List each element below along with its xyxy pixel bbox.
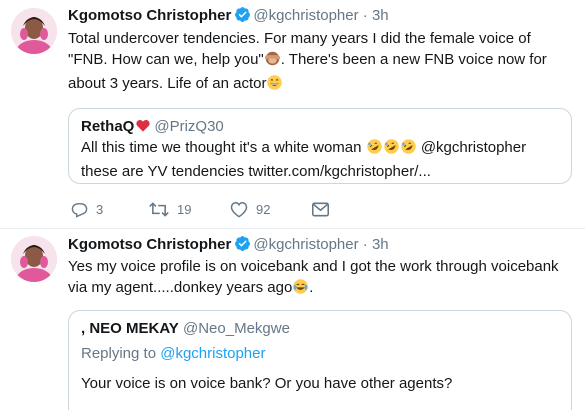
quoted-tweet[interactable]: RethaQ @PrizQ30 All this time we thought … <box>68 108 572 184</box>
heart-icon <box>230 201 248 217</box>
retweet-icon <box>149 201 169 217</box>
replying-to-mention[interactable]: @kgchristopher <box>160 345 265 362</box>
like-button[interactable]: 92 <box>230 198 270 220</box>
quoted-author-handle: @PrizQ30 <box>154 118 224 135</box>
tweet[interactable]: Kgomotso Christopher @kgchristopher · 3h … <box>0 229 585 410</box>
like-count: 92 <box>256 201 271 217</box>
tweet-text: Total undercover tendencies. For many ye… <box>68 28 573 97</box>
author-handle[interactable]: @kgchristopher <box>253 236 358 253</box>
quoted-tweet-text: Your voice is on voice bank? Or you have… <box>81 375 453 392</box>
verified-badge-icon <box>234 6 251 29</box>
tweet-header: Kgomotso Christopher @kgchristopher · 3h <box>68 6 389 29</box>
separator-dot: · <box>362 236 368 253</box>
tweet-timestamp[interactable]: 3h <box>372 236 389 253</box>
quoted-text-part: All this time we thought it's a white wo… <box>81 139 366 156</box>
grinning-face-icon <box>266 74 283 97</box>
retweet-button[interactable]: 19 <box>149 198 191 220</box>
replying-to-label: Replying to <box>81 345 161 362</box>
rolling-on-floor-laughing-icon <box>366 138 383 161</box>
verified-badge-icon <box>234 235 251 258</box>
reply-count: 3 <box>96 201 104 217</box>
tears-of-joy-icon <box>292 278 309 301</box>
avatar[interactable] <box>11 236 57 282</box>
tweet-text-part: . <box>309 279 314 296</box>
author-handle[interactable]: @kgchristopher <box>253 7 358 24</box>
quoted-tweet[interactable]: , NEO MEKAY @Neo_Mekgwe Replying to @kgc… <box>68 310 572 410</box>
retweet-count: 19 <box>177 201 192 217</box>
tweet-header: Kgomotso Christopher @kgchristopher · 3h <box>68 235 389 258</box>
quoted-tweet-text: All this time we thought it's a white wo… <box>81 137 561 182</box>
quoted-tweet-header: , NEO MEKAY @Neo_Mekgwe <box>81 319 290 339</box>
tweet-timestamp[interactable]: 3h <box>372 7 389 24</box>
direct-message-button[interactable] <box>312 198 329 220</box>
avatar[interactable] <box>11 8 57 54</box>
reply-icon <box>71 202 88 218</box>
quoted-author-name: RethaQ <box>81 118 135 135</box>
quoted-author-handle: @Neo_Mekgwe <box>182 320 290 337</box>
quoted-author-name: , NEO MEKAY <box>81 320 179 337</box>
rolling-on-floor-laughing-icon <box>400 138 417 161</box>
tweet[interactable]: Kgomotso Christopher @kgchristopher · 3h … <box>0 0 585 229</box>
author-name[interactable]: Kgomotso Christopher <box>68 7 231 24</box>
author-name[interactable]: Kgomotso Christopher <box>68 236 231 253</box>
envelope-icon <box>312 202 329 216</box>
rolling-on-floor-laughing-icon <box>383 138 400 161</box>
reply-button[interactable]: 3 <box>71 198 103 220</box>
tweet-actions: 3 19 92 <box>68 198 468 220</box>
see-no-evil-monkey-icon <box>264 50 281 73</box>
separator-dot: · <box>362 7 368 24</box>
tweet-text: Yes my voice profile is on voicebank and… <box>68 256 573 301</box>
replying-to: Replying to @kgchristopher <box>81 345 266 362</box>
